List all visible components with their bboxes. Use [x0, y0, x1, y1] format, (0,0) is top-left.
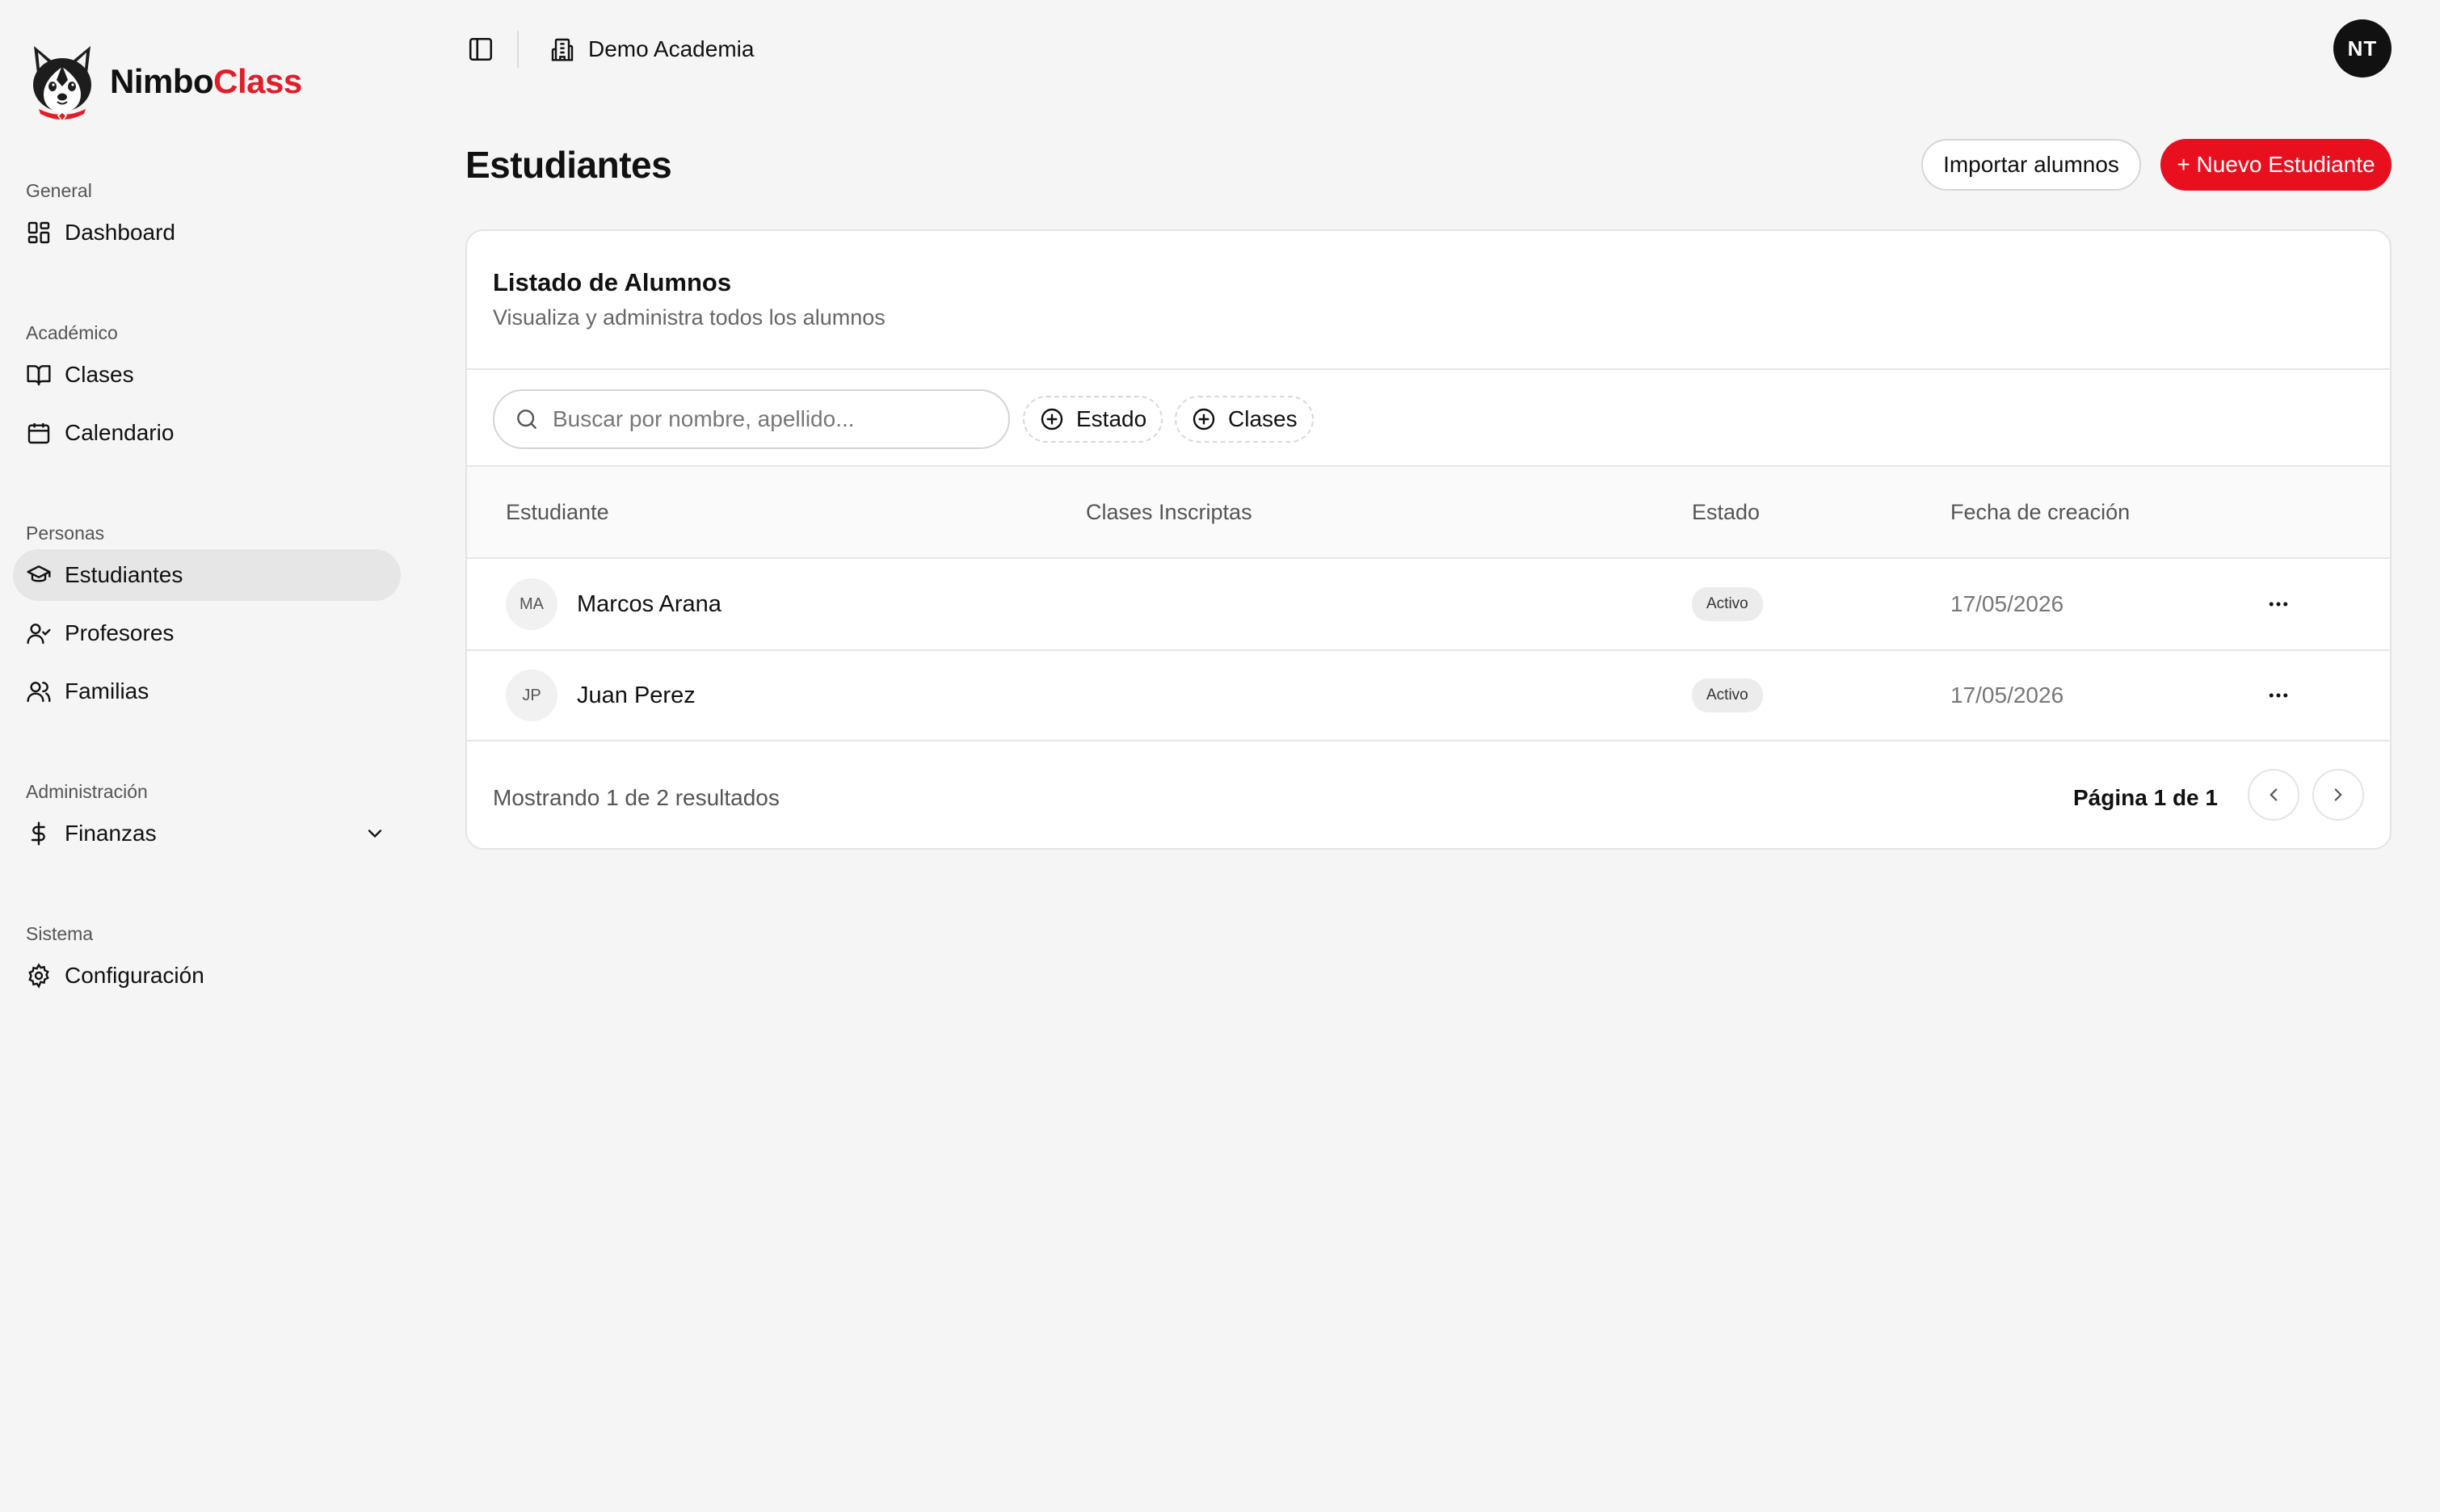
more-horizontal-icon	[2269, 693, 2288, 698]
search-box	[493, 389, 1010, 449]
search-input[interactable]	[553, 406, 989, 432]
column-header-fecha[interactable]: Fecha de creación	[1950, 467, 2130, 557]
search-icon	[517, 410, 536, 429]
topbar-divider	[517, 31, 519, 68]
more-horizontal-icon	[2269, 602, 2288, 607]
gear-icon	[28, 963, 49, 989]
nav-heading: Académico	[26, 322, 118, 343]
table-row[interactable]: JP Juan Perez Activo 17/05/2026	[467, 650, 2390, 741]
student-name: Juan Perez	[577, 682, 696, 708]
avatar: MA	[506, 578, 557, 630]
results-count: Mostrando 1 de 2 resultados	[493, 785, 780, 810]
chevron-right-icon	[2334, 788, 2342, 801]
sidebar-item-label: Configuración	[65, 963, 204, 988]
nav-section-personas: Personas Estudiantes Profesores Familias	[13, 517, 401, 717]
sidebar-item-configuracion[interactable]: Configuración	[13, 950, 401, 1002]
nav-heading: General	[26, 180, 92, 201]
sidebar-toggle-icon[interactable]	[467, 36, 494, 63]
status-cell: Activo	[1692, 650, 1763, 741]
status-badge: Activo	[1692, 678, 1763, 712]
sidebar-item-label: Estudiantes	[65, 562, 183, 587]
created-date: 17/05/2026	[1950, 591, 2064, 616]
sidebar-item-familias[interactable]: Familias	[13, 666, 401, 717]
sidebar-item-label: Clases	[65, 362, 134, 387]
card-title: Listado de Alumnos	[493, 268, 732, 296]
users-icon	[27, 682, 51, 703]
page-info: Página 1 de 1	[2073, 785, 2218, 810]
column-header-estado[interactable]: Estado	[1692, 467, 1760, 557]
created-date: 17/05/2026	[1950, 682, 2064, 708]
dashboard-icon	[27, 221, 50, 244]
user-avatar[interactable]: NT	[2333, 19, 2392, 78]
sidebar-item-finanzas[interactable]: Finanzas	[13, 808, 401, 859]
card-subtitle: Visualiza y administra todos los alumnos	[493, 305, 886, 330]
brand[interactable]: NimboClass	[26, 37, 302, 126]
nav-heading: Sistema	[26, 923, 94, 944]
book-icon	[27, 365, 51, 386]
sidebar-item-clases[interactable]: Clases	[13, 349, 401, 401]
sidebar-item-calendario[interactable]: Calendario	[13, 407, 401, 459]
sidebar-item-dashboard[interactable]: Dashboard	[13, 207, 401, 258]
plus-circle-icon	[1193, 408, 1215, 430]
previous-page-button[interactable]	[2248, 769, 2299, 821]
new-student-button[interactable]: + Nuevo Estudiante	[2160, 139, 2392, 191]
dollar-icon	[31, 821, 45, 846]
sidebar-item-label: Finanzas	[65, 821, 157, 846]
organization-selector[interactable]: Demo Academia	[549, 31, 754, 68]
nav-section-academico: Académico Clases Calendario	[13, 317, 401, 459]
chevron-left-icon	[2270, 788, 2278, 801]
table-header: Estudiante Clases Inscriptas Estado Fech…	[467, 467, 2390, 557]
nav-heading: Administración	[26, 781, 148, 802]
user-check-icon	[27, 624, 51, 645]
students-card: Listado de Alumnos Visualiza y administr…	[465, 229, 2392, 850]
student-cell: MA Marcos Arana	[506, 559, 721, 649]
filter-estado-button[interactable]: Estado	[1023, 396, 1163, 443]
import-students-button[interactable]: Importar alumnos	[1921, 139, 2141, 191]
row-actions-button[interactable]	[2256, 582, 2301, 627]
status-badge: Activo	[1692, 587, 1763, 621]
column-header-estudiante[interactable]: Estudiante	[506, 467, 609, 557]
plus-circle-icon	[1041, 408, 1063, 430]
row-actions-button[interactable]	[2256, 673, 2301, 718]
filter-label: Estado	[1076, 406, 1147, 431]
status-cell: Activo	[1692, 559, 1763, 649]
sidebar-item-label: Profesores	[65, 620, 175, 645]
student-name: Marcos Arana	[577, 590, 721, 617]
sidebar-item-profesores[interactable]: Profesores	[13, 607, 401, 659]
filter-clases-button[interactable]: Clases	[1175, 396, 1314, 443]
actions-cell	[2256, 559, 2301, 649]
divider	[467, 740, 2390, 741]
divider	[467, 368, 2390, 370]
nav-heading: Personas	[26, 523, 105, 544]
nav-section-general: General Dashboard	[13, 174, 401, 258]
husky-logo-icon	[33, 46, 91, 122]
sidebar-item-label: Calendario	[65, 420, 175, 445]
page-title: Estudiantes	[465, 144, 672, 186]
table-row[interactable]: MA Marcos Arana Activo 17/05/2026	[467, 559, 2390, 649]
organization-name: Demo Academia	[588, 36, 755, 61]
sidebar-item-estudiantes[interactable]: Estudiantes	[13, 549, 401, 601]
column-header-clases[interactable]: Clases Inscriptas	[1086, 467, 1252, 557]
nav-section-administracion: Administración Finanzas	[13, 775, 401, 859]
calendar-icon	[27, 423, 50, 444]
chevron-down-icon[interactable]	[364, 822, 386, 845]
avatar: JP	[506, 670, 557, 721]
next-page-button[interactable]	[2312, 769, 2364, 821]
nav-section-sistema: Sistema Configuración	[13, 918, 401, 1002]
actions-cell	[2256, 650, 2301, 741]
brand-name: NimboClass	[110, 62, 302, 100]
building-icon	[551, 38, 574, 61]
graduation-cap-icon	[27, 565, 51, 582]
filter-label: Clases	[1228, 406, 1298, 431]
sidebar-item-label: Dashboard	[65, 220, 175, 245]
student-cell: JP Juan Perez	[506, 650, 696, 741]
sidebar: NimboClass General Dashboard Académico C…	[0, 0, 420, 1512]
sidebar-item-label: Familias	[65, 678, 149, 704]
